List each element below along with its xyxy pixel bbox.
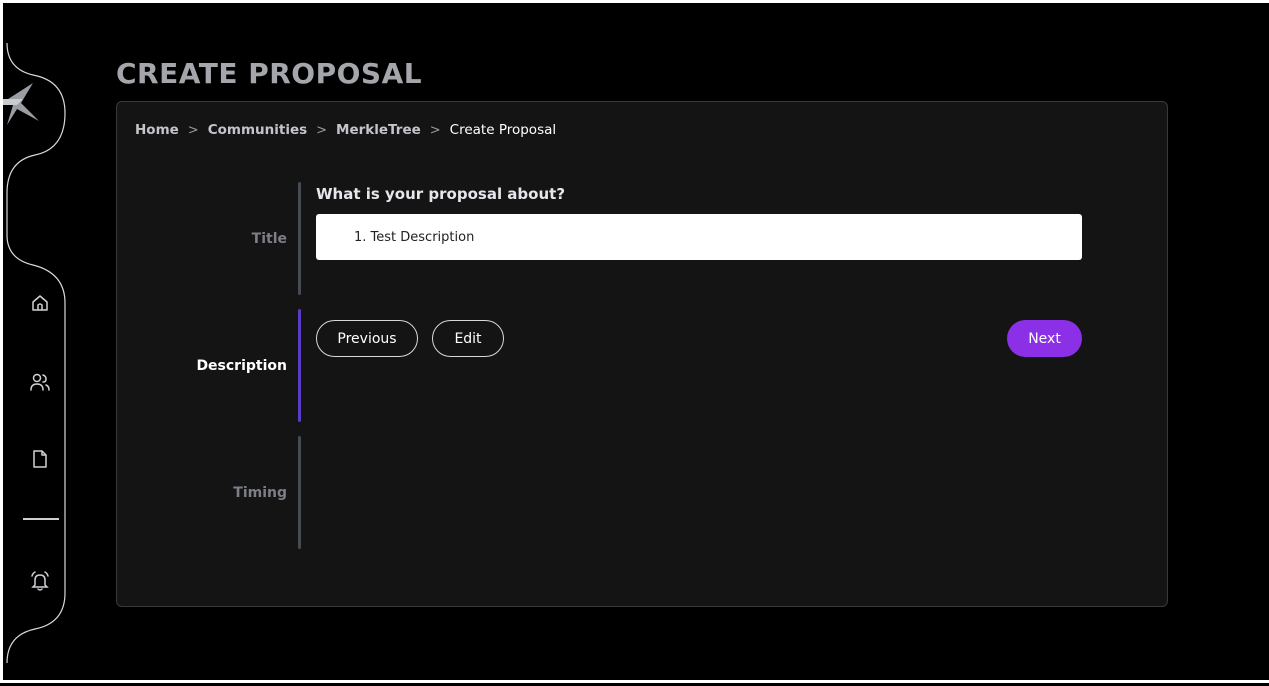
breadcrumb-merkletree[interactable]: MerkleTree [336,122,421,138]
document-icon[interactable] [27,446,53,472]
page-title: CREATE PROPOSAL [116,57,423,90]
brand-logo-icon[interactable] [3,81,45,127]
breadcrumb-separator: > [429,122,441,138]
step-title-bar [298,182,301,295]
sidebar-divider [23,518,59,520]
breadcrumb-current: Create Proposal [449,122,557,138]
app-frame: CREATE PROPOSAL Home > Communities > Mer… [0,0,1269,683]
edit-button[interactable]: Edit [432,320,504,357]
step-description-label: Description [196,358,287,374]
step-timing-label: Timing [233,485,287,501]
bell-icon[interactable] [27,568,53,594]
users-icon[interactable] [27,369,53,395]
breadcrumb: Home > Communities > MerkleTree > Create… [135,122,556,138]
home-icon[interactable] [27,290,53,316]
previous-button[interactable]: Previous [316,320,418,357]
sidebar [3,3,73,686]
proposal-card: Home > Communities > MerkleTree > Create… [116,101,1168,607]
step-timing-bar [298,436,301,549]
breadcrumb-home[interactable]: Home [135,122,179,138]
breadcrumb-communities[interactable]: Communities [208,122,307,138]
title-input[interactable]: 1. Test Description [316,214,1082,260]
breadcrumb-separator: > [316,122,328,138]
proposal-question: What is your proposal about? [316,185,566,203]
step-title-label: Title [251,231,287,247]
step-description-bar [298,309,301,422]
breadcrumb-separator: > [187,122,199,138]
next-button[interactable]: Next [1007,320,1082,357]
